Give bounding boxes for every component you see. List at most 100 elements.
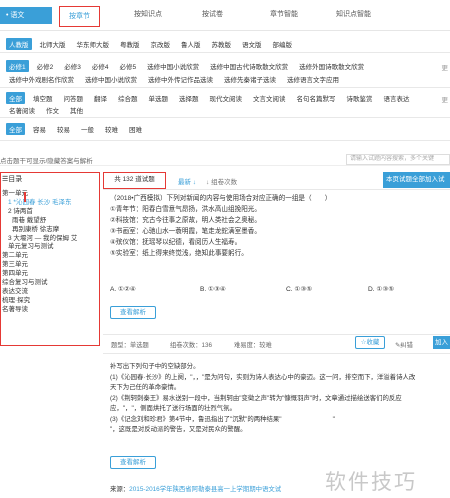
- tree-item[interactable]: 第四单元: [2, 270, 77, 279]
- collect-button[interactable]: ☆收藏: [355, 336, 385, 349]
- type-option[interactable]: 名句名篇默写: [294, 92, 339, 104]
- subject-selector[interactable]: • 语文: [0, 7, 52, 24]
- add-question-button[interactable]: 加入: [433, 336, 450, 349]
- divider: [103, 189, 450, 190]
- edition-option[interactable]: 粤教版: [117, 38, 143, 50]
- edition-option[interactable]: 北师大版: [37, 38, 69, 50]
- sort-arrow-icon: ↓: [191, 179, 197, 186]
- more-types-link[interactable]: 更: [442, 94, 449, 104]
- tab-by-knowledge-point[interactable]: 按知识点: [134, 9, 162, 19]
- type-filter-row-1: 全部 填空题 问答题 翻译 综合题 单选题 选择题 现代文阅读 文言文阅读 名句名篇默写 诗歌鉴赏语…: [6, 92, 418, 104]
- type-option[interactable]: 文言文阅读: [250, 92, 289, 104]
- more-books-link[interactable]: 更: [442, 62, 449, 72]
- type-option[interactable]: 全部: [6, 92, 25, 104]
- tab-knowledge-smart[interactable]: 知识点智能: [336, 9, 371, 19]
- tree-item[interactable]: 第二单元: [2, 252, 77, 261]
- add-all-button[interactable]: 本页试题全部加入试: [383, 172, 450, 188]
- tree-item[interactable]: 雨巷 戴望舒: [2, 217, 77, 226]
- question-line: （2018•广西模拟）下列对新闻的内容与使用场合对应正确的一组是（ ）: [110, 195, 332, 202]
- book-option[interactable]: 选修中国古代诗歌散文欣赏: [207, 60, 291, 72]
- divider: [0, 87, 450, 88]
- option-a: A. ①②④: [110, 286, 136, 293]
- question-stem[interactable]: 补写出下列句子中的空缺部分。 (1)《沁园春·长沙》的上阕，"，，"是为问句，实…: [110, 362, 415, 436]
- type-option[interactable]: 语言表达: [381, 92, 413, 104]
- type-option[interactable]: 其他: [67, 104, 86, 116]
- book-option[interactable]: 必修4: [89, 60, 112, 72]
- book-option[interactable]: 选修语言文字应用: [284, 73, 342, 85]
- book-option[interactable]: 选修中外戏剧名作欣赏: [6, 73, 77, 85]
- edition-filter-row: 人教版 北师大版 华东师大版 粤教版 京改版 鲁人版 苏教版 语文版 部编版: [6, 38, 300, 50]
- tree-item[interactable]: 再别康桥 徐志摩: [2, 226, 77, 235]
- type-option[interactable]: 填空题: [30, 92, 56, 104]
- difficulty-option[interactable]: 较难: [102, 123, 121, 135]
- watermark-text: 软件技巧: [325, 471, 417, 494]
- question-line: (3)《记念刘和珍君》第4节中，鲁迅指出了"沉默"的两种结果" ": [110, 415, 335, 423]
- tree-item[interactable]: 综合复习与测试: [2, 279, 77, 288]
- tree-item[interactable]: 第三单元: [2, 261, 77, 270]
- meta-type: 题型：单选题: [111, 342, 149, 349]
- question-source: 来源：2015-2016学年陕西省阿勒泰县高一上学期期中语文试: [110, 486, 282, 493]
- difficulty-option[interactable]: 容易: [30, 123, 49, 135]
- type-option[interactable]: 名著阅读: [6, 104, 38, 116]
- type-option[interactable]: 问答题: [61, 92, 87, 104]
- type-option[interactable]: 作文: [43, 104, 62, 116]
- tree-list: 第一单元 1 *沁园春 长沙 毛泽东 2 诗两首 雨巷 戴望舒 再别康桥 徐志摩…: [2, 190, 77, 315]
- error-button[interactable]: ✎纠错: [395, 340, 413, 349]
- tab-by-paper[interactable]: 按试卷: [202, 9, 223, 19]
- tree-item[interactable]: 2 诗两首: [2, 208, 77, 217]
- book-filter-row-2: 选修中外戏剧名作欣赏 选修中国小说欣赏 选修中外传记作品选读 选修先秦诸子选读 选修语言…: [6, 73, 347, 85]
- view-analysis-button[interactable]: 查看解析: [110, 456, 156, 469]
- question-line: ③书画室：心驰山水一蓑明霞，笔走龙蛇满室墨香。: [110, 228, 261, 235]
- option-b: B. ①③④: [200, 286, 226, 293]
- tab-chapter-smart[interactable]: 章节智能: [270, 9, 298, 19]
- sort-latest[interactable]: 最新 ↓: [178, 176, 196, 186]
- edition-option[interactable]: 鲁人版: [178, 38, 204, 50]
- question-line: (1)《沁园春·长沙》的上阕，"，，"是为问句，实则为诗人表达心中的豪迈。这一问…: [110, 373, 416, 381]
- edition-option[interactable]: 华东师大版: [74, 38, 113, 50]
- question-stem[interactable]: （2018•广西模拟）下列对新闻的内容与使用场合对应正确的一组是（ ） ①青年节…: [110, 193, 331, 259]
- book-option[interactable]: 选修中国小说欣赏: [144, 60, 202, 72]
- book-option[interactable]: 选修中国小说欣赏: [82, 73, 140, 85]
- book-option[interactable]: 选修先秦诸子选读: [221, 73, 279, 85]
- divider: [0, 140, 450, 141]
- sort-by-count[interactable]: ↓ 组卷次数: [206, 176, 237, 186]
- tree-item[interactable]: 第一单元: [2, 190, 77, 199]
- book-filter-row-1: 必修1 必修2 必修3 必修4 必修5 选修中国小说欣赏 选修中国古代诗歌散文欣赏 选修外国诗…: [6, 60, 372, 72]
- source-link[interactable]: 2015-2016学年陕西省阿勒泰县高一上学期期中语文试: [129, 486, 281, 493]
- search-input[interactable]: 请输入试题内容搜索，多个关键: [346, 154, 450, 165]
- book-option[interactable]: 必修5: [117, 60, 140, 72]
- question-line: ④殡仪馆：抚瑶琴以纪德，看阅历人生福寿。: [110, 239, 242, 246]
- tree-item[interactable]: 单元复习与测试: [2, 243, 77, 252]
- question-line: (2)《荆轲刺秦王》易水送别一段中，当荆轲由"变徵之声"转为"慷慨羽声"时，文章…: [110, 394, 402, 402]
- edition-option[interactable]: 语文版: [239, 38, 265, 50]
- book-option[interactable]: 选修中外传记作品选读: [145, 73, 216, 85]
- book-option[interactable]: 选修外国诗歌散文欣赏: [296, 60, 367, 72]
- view-analysis-button[interactable]: 查看解析: [110, 306, 156, 319]
- edition-option[interactable]: 部编版: [270, 38, 296, 50]
- book-option[interactable]: 必修2: [34, 60, 57, 72]
- divider: [0, 117, 450, 118]
- type-option[interactable]: 诗歌鉴赏: [344, 92, 376, 104]
- type-option[interactable]: 翻译: [91, 92, 110, 104]
- difficulty-option[interactable]: 全部: [6, 123, 25, 135]
- type-option[interactable]: 选择题: [176, 92, 202, 104]
- difficulty-option[interactable]: 困难: [126, 123, 145, 135]
- book-option[interactable]: 必修1: [6, 60, 29, 72]
- difficulty-option[interactable]: 一般: [78, 123, 97, 135]
- difficulty-option[interactable]: 较易: [54, 123, 73, 135]
- type-option[interactable]: 现代文阅读: [207, 92, 246, 104]
- tree-item[interactable]: 梳理·探究: [2, 297, 77, 306]
- book-option[interactable]: 必修3: [61, 60, 84, 72]
- edition-option[interactable]: 苏教版: [209, 38, 235, 50]
- tree-item[interactable]: 名著导读: [2, 306, 77, 315]
- tab-by-chapter[interactable]: 按章节: [59, 6, 100, 27]
- edition-option[interactable]: 人教版: [6, 38, 32, 50]
- tree-item-selected[interactable]: 1 *沁园春 长沙 毛泽东: [2, 199, 77, 208]
- edition-option[interactable]: 京改版: [148, 38, 174, 50]
- question-line: ②科技馆：究古今往事之原故，明人类社会之奥秘。: [110, 217, 261, 224]
- hint-text: 点击题干可显示/隐藏答案与解析: [0, 158, 93, 165]
- type-option[interactable]: 单选题: [146, 92, 172, 104]
- tree-item[interactable]: 表达交流: [2, 288, 77, 297]
- type-option[interactable]: 综合题: [115, 92, 141, 104]
- difficulty-filter-row: 全部 容易 较易 一般 较难 困难: [6, 123, 150, 135]
